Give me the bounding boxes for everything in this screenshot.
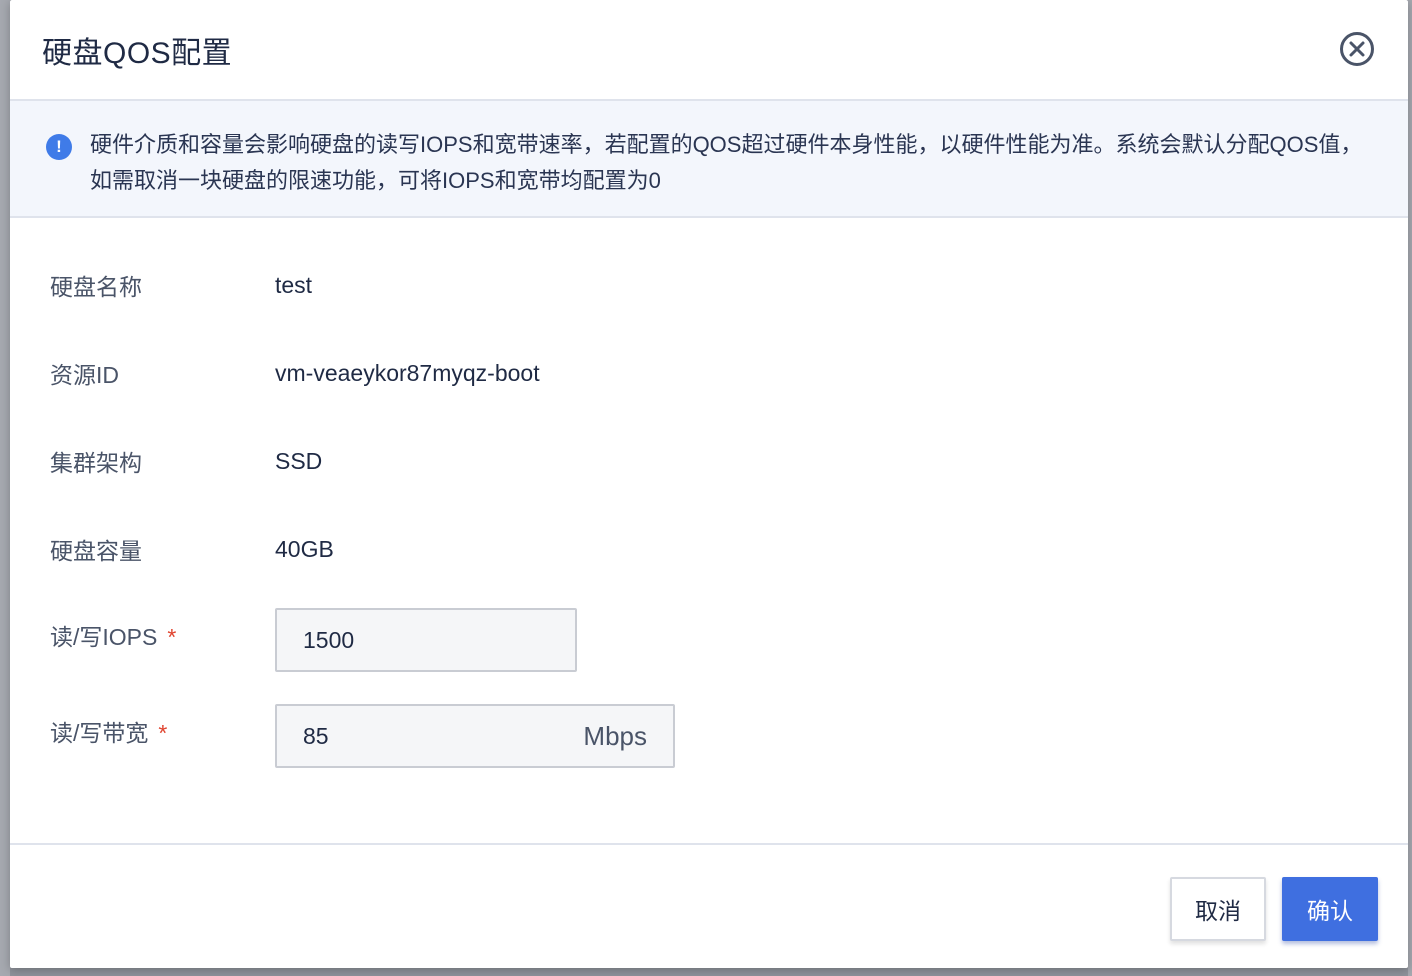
iops-label-text: 读/写IOPS (50, 624, 158, 650)
resource-id-row: 资源ID vm-veaeykor87myqz-boot (50, 356, 540, 390)
close-x-glyph (1349, 41, 1365, 57)
disk-name-row: 硬盘名称 test (50, 268, 312, 302)
bandwidth-input[interactable]: 85 Mbps (275, 704, 675, 768)
dialog-footer: 取消 确认 (10, 843, 1408, 968)
iops-row: 读/写IOPS * 1500 (50, 608, 577, 672)
cluster-row: 集群架构 SSD (50, 444, 322, 478)
bandwidth-unit: Mbps (583, 720, 647, 751)
qos-config-dialog: 硬盘QOS配置 ! 硬件介质和容量会影响硬盘的读写IOPS和宽带速率，若配置的Q… (10, 0, 1408, 968)
qos-form: 硬盘名称 test 资源ID vm-veaeykor87myqz-boot 集群… (10, 218, 1408, 841)
bandwidth-input-value: 85 (303, 722, 329, 749)
cluster-value: SSD (275, 447, 323, 474)
bandwidth-row: 读/写带宽 * 85 Mbps (50, 704, 675, 768)
required-mark: * (158, 720, 168, 746)
disk-name-label: 硬盘名称 (50, 274, 142, 300)
resource-id-label: 资源ID (50, 362, 119, 388)
disk-name-value: test (275, 271, 313, 298)
dialog-header: 硬盘QOS配置 (10, 0, 1408, 101)
dialog-title: 硬盘QOS配置 (42, 36, 233, 70)
iops-input[interactable]: 1500 (275, 608, 577, 672)
info-icon: ! (46, 134, 72, 160)
background-strip-right (1408, 0, 1412, 976)
cancel-button[interactable]: 取消 (1170, 877, 1266, 941)
bandwidth-label-text: 读/写带宽 (50, 720, 149, 746)
capacity-label: 硬盘容量 (50, 538, 142, 564)
background-strip-left (0, 0, 10, 976)
iops-input-value: 1500 (303, 626, 355, 653)
close-icon[interactable] (1340, 32, 1374, 66)
confirm-button[interactable]: 确认 (1282, 877, 1378, 941)
capacity-row: 硬盘容量 40GB (50, 532, 334, 566)
resource-id-value: vm-veaeykor87myqz-boot (275, 359, 540, 386)
capacity-value: 40GB (275, 535, 334, 562)
info-notice: ! 硬件介质和容量会影响硬盘的读写IOPS和宽带速率，若配置的QOS超过硬件本身… (10, 101, 1408, 218)
cluster-label: 集群架构 (50, 450, 142, 476)
bandwidth-label: 读/写带宽 * (50, 704, 275, 748)
notice-text: 硬件介质和容量会影响硬盘的读写IOPS和宽带速率，若配置的QOS超过硬件本身性能… (90, 132, 1363, 193)
iops-label: 读/写IOPS * (50, 608, 275, 652)
required-mark: * (167, 624, 177, 650)
